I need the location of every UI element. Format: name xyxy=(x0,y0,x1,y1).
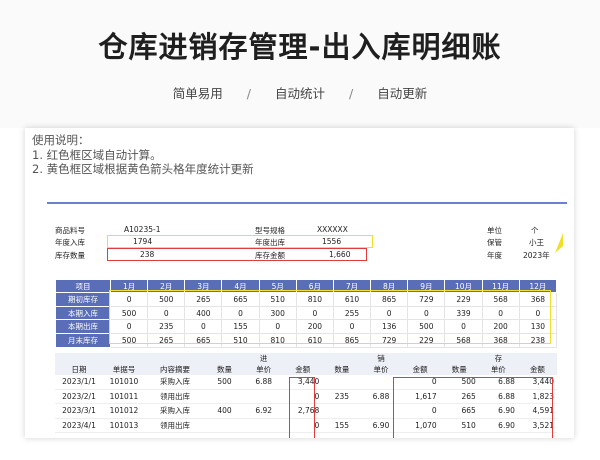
table-cell: 采购入库 xyxy=(145,375,205,390)
table-cell xyxy=(244,418,284,433)
year-in-value: 1794 xyxy=(133,237,153,246)
row-label: 本期出库 xyxy=(55,319,111,335)
row-label: 本期入库 xyxy=(55,305,111,321)
instruction-line-1: 1. 红色框区域自动计算。 xyxy=(32,147,162,162)
column-header: 金额 xyxy=(412,365,428,374)
column-header: 单据号 xyxy=(112,365,136,374)
table-cell xyxy=(322,375,362,390)
item-no-value: A10235-1 xyxy=(124,225,161,234)
spreadsheet-preview-card: 使用说明： 1. 红色框区域自动计算。 2. 黄色框区域根据黄色箭头格年度统计更… xyxy=(25,128,574,438)
subtitle-separator: / xyxy=(348,86,354,101)
unit-label: 单位 xyxy=(487,226,502,235)
column-header: 金额 xyxy=(529,365,545,374)
group-header-sales: 销 xyxy=(377,354,385,363)
instruction-heading: 使用说明： xyxy=(32,133,90,147)
column-header: 单价 xyxy=(490,365,506,374)
column-header-row: 日期 单据号 内容摘要 数量 单价 金额 数量 单价 金额 数量 单价 金额 xyxy=(55,364,557,375)
table-cell: 6.92 xyxy=(244,403,284,419)
year-out-label: 年度出库 xyxy=(255,238,285,247)
table-cell xyxy=(205,389,245,404)
item-no-label: 商品料号 xyxy=(55,226,85,235)
ledger-sheet: 商品料号 A10235-1 型号规格 XXXXXX 单位 个 年度入库 1794… xyxy=(47,202,567,438)
instruction-line-2: 2. 黄色框区域根据黄色箭头格年度统计更新 xyxy=(32,162,254,176)
table-cell: 101012 xyxy=(103,403,145,419)
year-in-label: 年度入库 xyxy=(55,238,85,247)
model-value: XXXXXX xyxy=(317,225,348,234)
in-amount-red-box xyxy=(289,377,315,438)
year-value: 2023年 xyxy=(523,251,550,260)
table-cell: 101010 xyxy=(103,375,145,390)
stock-amount-label: 库存金额 xyxy=(255,251,285,260)
column-header: 内容摘要 xyxy=(160,365,190,374)
table-cell: 2023/2/1 xyxy=(55,389,103,404)
table-cell: 500 xyxy=(205,375,245,390)
usage-instructions: 使用说明： 1. 红色框区域自动计算。 2. 黄色框区域根据黄色箭头格年度统计更… xyxy=(32,133,254,177)
group-header-row: 进 销 存 xyxy=(55,353,557,364)
subtitle-auto-stat: 自动统计 xyxy=(274,86,325,101)
stock-qty-value: 238 xyxy=(140,250,155,259)
stock-qty-label: 库存数量 xyxy=(55,251,85,260)
column-header: 数量 xyxy=(334,365,350,374)
table-cell xyxy=(205,418,245,433)
column-header: 数量 xyxy=(217,365,233,374)
group-header-in: 进 xyxy=(259,354,268,363)
row-label: 月末库存 xyxy=(55,333,111,348)
month-header-item: 项目 xyxy=(55,279,111,293)
column-header: 金额 xyxy=(295,365,311,374)
table-cell: 2023/4/1 xyxy=(55,418,103,433)
year-label: 年度 xyxy=(487,251,502,260)
table-cell: 2023/3/1 xyxy=(55,403,103,419)
keeper-label: 保管 xyxy=(487,238,502,247)
table-cell: 101013 xyxy=(103,418,145,433)
table-cell: 400 xyxy=(205,403,245,419)
table-cell: 6.88 xyxy=(244,375,284,390)
stock-calc-red-box xyxy=(393,377,553,438)
column-header: 日期 xyxy=(71,365,87,374)
column-header: 单价 xyxy=(256,365,272,374)
page-title: 仓库进销存管理-出入库明细账 xyxy=(98,30,502,64)
row-label: 期初库存 xyxy=(55,292,111,307)
subtitle-row: 简单易用 / 自动统计 / 自动更新 xyxy=(0,83,600,102)
monthly-yellow-box xyxy=(109,290,551,344)
header-area: 仓库进销存管理-出入库明细账 简单易用 / 自动统计 / 自动更新 xyxy=(0,0,600,128)
table-cell: 101011 xyxy=(103,389,145,404)
yellow-arrow-icon xyxy=(555,233,563,253)
table-cell: 采购入库 xyxy=(145,403,205,419)
stock-amount-value: 1,660 xyxy=(329,250,351,259)
subtitle-easy: 简单易用 xyxy=(172,86,223,101)
table-cell xyxy=(244,389,284,404)
keeper-value: 小王 xyxy=(529,238,544,247)
column-header: 数量 xyxy=(451,365,467,374)
subtitle-auto-update: 自动更新 xyxy=(377,86,428,101)
table-cell: 235 xyxy=(322,389,362,404)
table-cell: 领用出库 xyxy=(145,389,205,404)
group-header-stock: 存 xyxy=(494,354,503,363)
table-cell: 2023/1/1 xyxy=(55,375,103,390)
table-cell: 领用出库 xyxy=(145,418,205,433)
subtitle-separator: / xyxy=(246,86,251,101)
table-cell xyxy=(322,403,362,419)
column-header: 单价 xyxy=(373,365,389,374)
unit-value: 个 xyxy=(531,226,539,235)
table-cell: 155 xyxy=(322,418,362,433)
year-out-value: 1556 xyxy=(322,237,342,246)
